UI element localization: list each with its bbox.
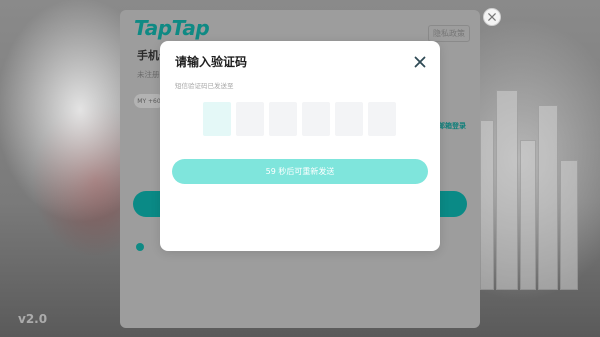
- modal-close-button[interactable]: [414, 56, 426, 68]
- agreement-checkbox[interactable]: [136, 243, 144, 251]
- code-digit-input[interactable]: [269, 102, 297, 136]
- login-subtitle: 未注册: [137, 70, 160, 79]
- code-digit-input[interactable]: [335, 102, 363, 136]
- code-digit-input[interactable]: [302, 102, 330, 136]
- window-close-button[interactable]: [483, 8, 501, 26]
- close-icon: [414, 56, 426, 68]
- modal-subtitle: 短信验证码已发送至: [175, 82, 234, 90]
- code-digit-input[interactable]: [236, 102, 264, 136]
- version-label: v2.0: [18, 312, 48, 326]
- email-login-link[interactable]: 邮箱登录: [438, 121, 466, 131]
- code-digit-input[interactable]: [368, 102, 396, 136]
- privacy-policy-link[interactable]: 隐私政策: [428, 25, 470, 42]
- code-input-row: [203, 102, 396, 136]
- resend-code-button[interactable]: 59 秒后可重新发送: [172, 159, 428, 184]
- verification-modal: 请输入验证码 短信验证码已发送至 59 秒后可重新发送: [160, 41, 440, 251]
- code-digit-input[interactable]: [203, 102, 231, 136]
- close-icon: [488, 13, 496, 21]
- taptap-logo: TapTap: [134, 16, 210, 40]
- modal-title: 请输入验证码: [175, 55, 248, 69]
